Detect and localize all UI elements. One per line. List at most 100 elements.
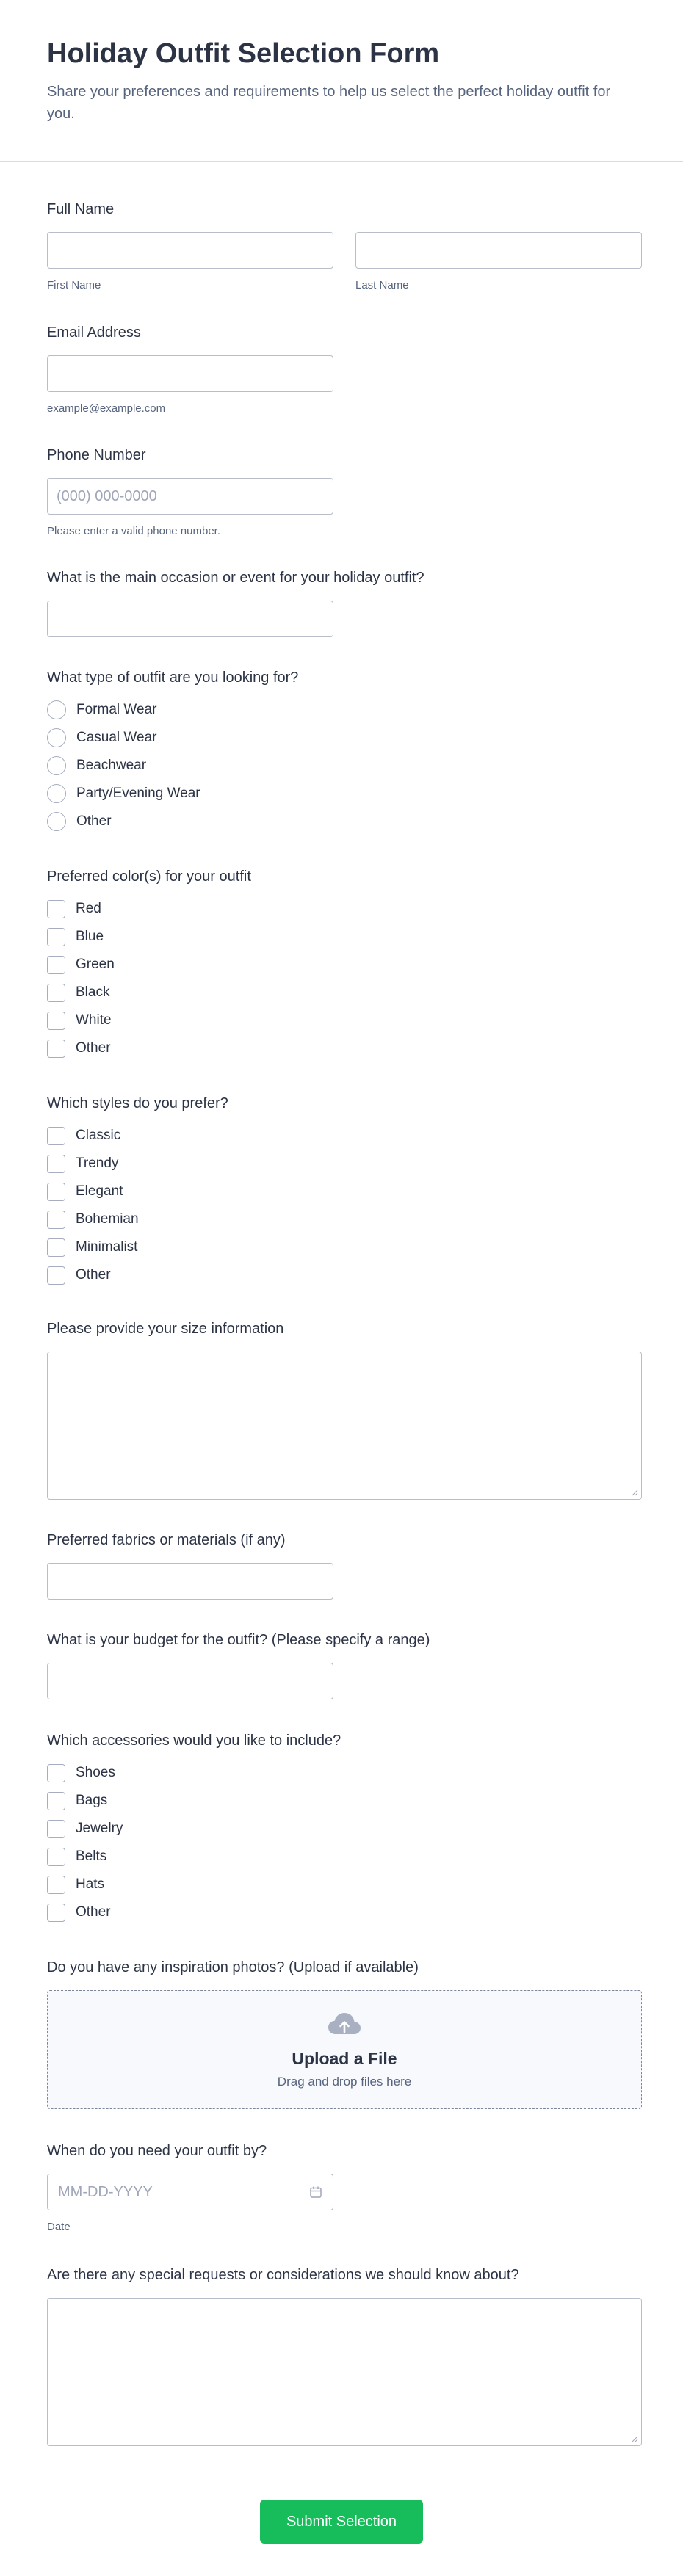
special-textarea[interactable] [47, 2298, 642, 2446]
checkbox[interactable] [47, 1039, 65, 1058]
email-label: Email Address [47, 324, 141, 341]
fabrics-input[interactable] [47, 1563, 333, 1600]
checkbox[interactable] [47, 1011, 65, 1030]
special-question: Are there any special requests or consid… [47, 2265, 642, 2446]
outfit-type-option[interactable]: Other [47, 812, 642, 831]
option-label: Belts [76, 1848, 107, 1864]
first-name-input[interactable] [47, 232, 333, 269]
option-label: White [76, 1012, 112, 1028]
upload-dropzone[interactable]: Upload a File Drag and drop files here [47, 1990, 642, 2109]
form-card: Holiday Outfit Selection Form Share your… [0, 0, 683, 2576]
checkbox[interactable] [47, 1819, 65, 1838]
checkbox[interactable] [47, 927, 65, 946]
budget-question: What is your budget for the outfit? (Ple… [47, 1630, 642, 1699]
checkbox[interactable] [47, 983, 65, 1002]
accessories-options: Shoes Bags Jewelry Belts Hats Other [47, 1763, 642, 1922]
date-label: When do you need your outfit by? [47, 2143, 267, 2159]
option-label: Shoes [76, 1765, 115, 1780]
style-option[interactable]: Elegant [47, 1182, 642, 1201]
date-input[interactable]: MM-DD-YYYY [47, 2174, 333, 2210]
checkbox[interactable] [47, 1266, 65, 1285]
option-label: Other [76, 1040, 111, 1056]
checkbox[interactable] [47, 955, 65, 974]
option-label: Blue [76, 929, 104, 944]
accessories-question: Which accessories would you like to incl… [47, 1731, 642, 1922]
upload-question: Do you have any inspiration photos? (Upl… [47, 1958, 642, 2109]
calendar-icon[interactable] [309, 2185, 322, 2199]
checkbox[interactable] [47, 1875, 65, 1894]
option-label: Other [76, 813, 112, 829]
outfit-type-option[interactable]: Party/Evening Wear [47, 784, 642, 803]
accessory-option[interactable]: Jewelry [47, 1819, 642, 1838]
size-textarea[interactable] [47, 1352, 642, 1500]
checkbox[interactable] [47, 1154, 65, 1173]
accessory-option[interactable]: Other [47, 1903, 642, 1922]
radio-button[interactable] [47, 728, 66, 747]
accessory-option[interactable]: Belts [47, 1847, 642, 1866]
option-label: Jewelry [76, 1821, 123, 1836]
full-name-question: Full Name First Name Last Name [47, 200, 642, 291]
styles-label: Which styles do you prefer? [47, 1095, 228, 1111]
budget-input[interactable] [47, 1663, 333, 1699]
email-input[interactable] [47, 355, 333, 392]
color-option[interactable]: Green [47, 955, 642, 974]
last-name-sublabel: Last Name [355, 279, 409, 291]
checkbox[interactable] [47, 899, 65, 918]
color-option[interactable]: Red [47, 899, 642, 918]
date-sublabel: Date [47, 2221, 71, 2233]
color-option[interactable]: Black [47, 983, 642, 1002]
radio-button[interactable] [47, 700, 66, 719]
color-option[interactable]: Blue [47, 927, 642, 946]
phone-input[interactable]: (000) 000-0000 [47, 478, 333, 515]
option-label: Elegant [76, 1183, 123, 1199]
occasion-question: What is the main occasion or event for y… [47, 568, 642, 637]
option-label: Red [76, 901, 101, 916]
color-option[interactable]: Other [47, 1039, 642, 1058]
radio-button[interactable] [47, 756, 66, 775]
option-label: Hats [76, 1876, 105, 1892]
checkbox[interactable] [47, 1903, 65, 1922]
radio-button[interactable] [47, 784, 66, 803]
styles-options: Classic Trendy Elegant Bohemian Minimali… [47, 1126, 642, 1285]
radio-button[interactable] [47, 812, 66, 831]
accessory-option[interactable]: Bags [47, 1791, 642, 1810]
submit-button[interactable]: Submit Selection [260, 2500, 423, 2544]
form-header: Holiday Outfit Selection Form Share your… [0, 0, 683, 162]
last-name-group: Last Name [355, 232, 642, 291]
cloud-upload-icon [328, 2012, 361, 2034]
checkbox[interactable] [47, 1791, 65, 1810]
first-name-sublabel: First Name [47, 279, 101, 291]
style-option[interactable]: Other [47, 1266, 642, 1285]
checkbox[interactable] [47, 1847, 65, 1866]
accessory-option[interactable]: Shoes [47, 1763, 642, 1782]
occasion-input[interactable] [47, 601, 333, 637]
accessory-option[interactable]: Hats [47, 1875, 642, 1894]
checkbox[interactable] [47, 1238, 65, 1257]
checkbox[interactable] [47, 1763, 65, 1782]
style-option[interactable]: Classic [47, 1126, 642, 1145]
style-option[interactable]: Bohemian [47, 1210, 642, 1229]
style-option[interactable]: Trendy [47, 1154, 642, 1173]
resize-grip-icon[interactable] [631, 2435, 638, 2442]
checkbox[interactable] [47, 1210, 65, 1229]
outfit-type-options: Formal Wear Casual Wear Beachwear Party/… [47, 700, 642, 831]
style-option[interactable]: Minimalist [47, 1238, 642, 1257]
date-question: When do you need your outfit by? MM-DD-Y… [47, 2141, 642, 2233]
checkbox[interactable] [47, 1126, 65, 1145]
color-option[interactable]: White [47, 1011, 642, 1030]
colors-options: Red Blue Green Black White Other [47, 899, 642, 1058]
last-name-input[interactable] [355, 232, 642, 269]
checkbox[interactable] [47, 1182, 65, 1201]
outfit-type-option[interactable]: Formal Wear [47, 700, 642, 719]
accessories-label: Which accessories would you like to incl… [47, 1733, 342, 1749]
option-label: Bags [76, 1793, 108, 1808]
resize-grip-icon[interactable] [631, 1489, 638, 1496]
upload-title: Upload a File [292, 2048, 397, 2068]
outfit-type-option[interactable]: Casual Wear [47, 728, 642, 747]
phone-label: Phone Number [47, 447, 146, 463]
fabrics-question: Preferred fabrics or materials (if any) [47, 1531, 642, 1600]
phone-question: Phone Number (000) 000-0000 Please enter… [47, 446, 642, 537]
outfit-type-option[interactable]: Beachwear [47, 756, 642, 775]
upload-subtitle: Drag and drop files here [277, 2074, 412, 2089]
option-label: Party/Evening Wear [76, 786, 200, 801]
